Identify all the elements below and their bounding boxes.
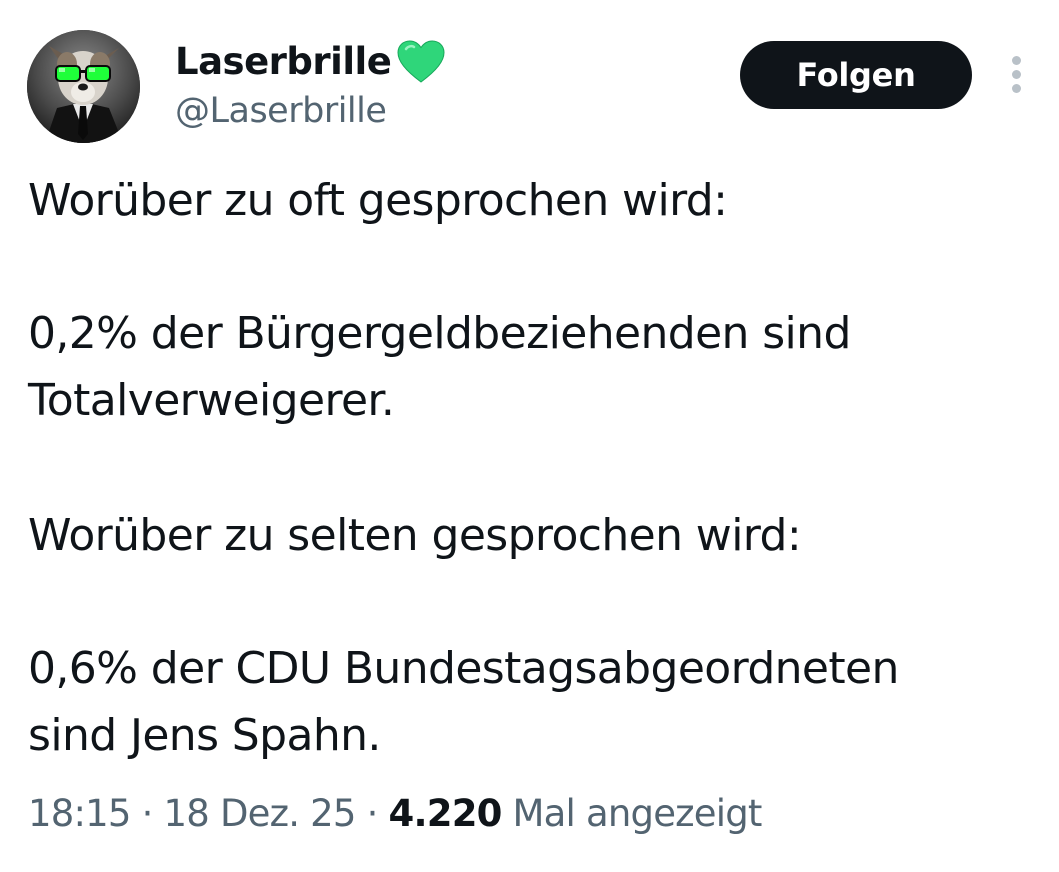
meta-separator: · [130, 792, 164, 835]
avatar-image [27, 30, 140, 143]
green-heart-icon [397, 40, 445, 83]
avatar[interactable] [27, 30, 140, 143]
tweet-text-line: 0,6% der CDU Bundestagsabgeordneten [28, 643, 899, 694]
tweet-text-line: Worüber zu oft gesprochen wird: [28, 175, 728, 226]
tweet-text-line: Worüber zu selten gesprochen wird: [28, 510, 802, 561]
author-handle[interactable]: @Laserbrille [175, 87, 387, 135]
meta-separator: · [355, 792, 389, 835]
tweet-date[interactable]: 18 Dez. 25 [164, 792, 357, 835]
tweet-time[interactable]: 18:15 [28, 792, 131, 835]
tweet-text-line: sind Jens Spahn. [28, 710, 381, 761]
tweet-meta: 18:15 · 18 Dez. 25 · 4.220 Mal angezeigt [28, 788, 762, 840]
author-display-name[interactable]: Laserbrille [175, 38, 392, 86]
tweet-text-line: Totalverweigerer. [28, 375, 395, 426]
views-label: Mal angezeigt [501, 792, 763, 835]
views-count[interactable]: 4.220 [389, 792, 503, 835]
tweet-text-line: 0,2% der Bürgergeldbeziehenden sind [28, 308, 851, 359]
more-vertical-icon[interactable] [1006, 56, 1028, 96]
follow-button[interactable]: Folgen [740, 41, 972, 109]
